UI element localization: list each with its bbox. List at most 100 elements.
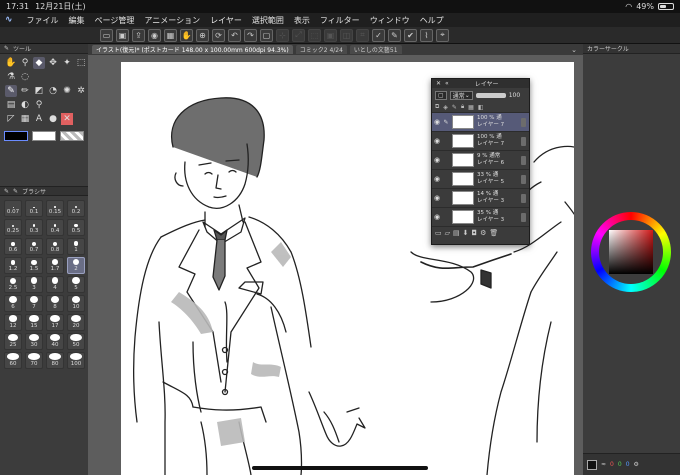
export-icon[interactable]: ⇪ bbox=[132, 28, 145, 42]
menu-filter[interactable]: フィルター bbox=[320, 15, 360, 26]
blend-tool-icon[interactable]: ◐ bbox=[19, 99, 31, 111]
brush-size-cell[interactable]: 25 bbox=[4, 333, 22, 350]
layer-row[interactable]: ◉ 14 % 通レイヤー 3 bbox=[432, 188, 529, 207]
brush-size-cell[interactable]: 8 bbox=[46, 295, 64, 312]
brush-size-cell[interactable]: 1.2 bbox=[4, 257, 22, 274]
airbrush-icon[interactable]: ✺ bbox=[61, 85, 73, 97]
pen-check-icon[interactable]: ✔ bbox=[404, 28, 417, 42]
menu-help[interactable]: ヘルプ bbox=[420, 15, 444, 26]
ruler-tool-icon[interactable]: ◸ bbox=[5, 113, 17, 125]
opacity-slider[interactable] bbox=[475, 92, 506, 98]
save-icon[interactable]: ▣ bbox=[116, 28, 129, 42]
menu-view[interactable]: 表示 bbox=[294, 15, 310, 26]
snap-icon[interactable]: ⌖ bbox=[436, 28, 449, 42]
deselect-icon[interactable]: ⬚ bbox=[308, 28, 321, 42]
brush-size-cell[interactable]: 10 bbox=[67, 295, 85, 312]
close-icon[interactable]: ✕ bbox=[436, 80, 441, 87]
decoration-icon[interactable]: ✲ bbox=[75, 85, 87, 97]
layers-icon[interactable]: ▦ bbox=[164, 28, 177, 42]
brush-size-cell[interactable]: 60 bbox=[4, 352, 22, 369]
transparent-color-swatch[interactable] bbox=[60, 131, 84, 141]
brush-size-cell[interactable]: 12 bbox=[4, 314, 22, 331]
layer-row[interactable]: ◉ 100 % 通レイヤー 7 bbox=[432, 131, 529, 150]
new-file-icon[interactable]: ▭ bbox=[100, 28, 113, 42]
tool-panel-pin-icon[interactable]: ✎ bbox=[4, 45, 9, 52]
eraser-tool-icon[interactable]: ◩ bbox=[33, 85, 45, 97]
tab-comic[interactable]: コミック2 4/24 bbox=[295, 45, 347, 54]
layer-row[interactable]: ◉ 35 % 通レイヤー 3 bbox=[432, 207, 529, 226]
tab-illustration[interactable]: イラスト(復元)* (ポストカード 148.00 x 100.00mm 600d… bbox=[92, 45, 293, 54]
operation-tool-icon[interactable]: ◆ bbox=[33, 57, 45, 69]
menu-file[interactable]: ファイル bbox=[27, 15, 59, 26]
menu-edit[interactable]: 編集 bbox=[69, 15, 85, 26]
lasso-icon[interactable]: ◌ bbox=[19, 71, 31, 83]
brush-size-cell[interactable]: 2 bbox=[67, 257, 85, 274]
layer-property-icon[interactable]: ▢ bbox=[435, 90, 447, 100]
hand-icon[interactable]: ✋ bbox=[180, 28, 193, 42]
brush-size-cell[interactable]: 6 bbox=[4, 295, 22, 312]
eye-icon[interactable]: ◉ bbox=[432, 118, 442, 126]
menu-page[interactable]: ページ管理 bbox=[95, 15, 135, 26]
layer-row[interactable]: ◉ ✎ 100 % 通レイヤー 7 bbox=[432, 112, 529, 131]
mask-icon[interactable]: ◧ bbox=[478, 104, 484, 111]
fill-tool-icon[interactable]: ◔ bbox=[47, 85, 59, 97]
brush-size-cell[interactable]: 7 bbox=[25, 295, 43, 312]
brush-size-cell[interactable]: 2.5 bbox=[4, 276, 22, 293]
brush-size-cell[interactable]: 0.3 bbox=[25, 219, 43, 236]
pen-tool-icon[interactable]: ✎ bbox=[5, 85, 17, 97]
delete-layer-icon[interactable]: 🗑︎ bbox=[489, 229, 498, 237]
reference-icon[interactable]: ◈ bbox=[443, 104, 448, 111]
layer-panel-titlebar[interactable]: ✕ « レイヤー bbox=[432, 79, 529, 88]
eye-icon[interactable]: ◉ bbox=[432, 175, 442, 183]
clip-icon[interactable]: ⧉ bbox=[435, 103, 439, 111]
brush-size-cell[interactable]: 0.15 bbox=[46, 200, 64, 217]
invert-selection-icon[interactable]: ◫ bbox=[340, 28, 353, 42]
brush-size-cell[interactable]: 4 bbox=[46, 276, 64, 293]
redo-icon[interactable]: ↷ bbox=[244, 28, 257, 42]
eyedropper-icon[interactable]: ⚗ bbox=[5, 71, 17, 83]
layer-row[interactable]: ◉ 33 % 通レイヤー 5 bbox=[432, 169, 529, 188]
brush-size-cell[interactable]: 1.5 bbox=[25, 257, 43, 274]
brush-size-cell[interactable]: 1.7 bbox=[46, 257, 64, 274]
transform-icon[interactable]: ⊹ bbox=[276, 28, 289, 42]
eye-icon[interactable]: ◉ bbox=[432, 156, 442, 164]
frame-tool-icon[interactable]: ▦ bbox=[19, 113, 31, 125]
brush-size-cell[interactable]: 15 bbox=[25, 314, 43, 331]
search-icon[interactable]: ⚲ bbox=[33, 99, 45, 111]
select-all-icon[interactable]: ▣ bbox=[324, 28, 337, 42]
clear-icon[interactable]: ▢ bbox=[260, 28, 273, 42]
current-color-swatch[interactable] bbox=[587, 459, 597, 470]
brush-size-cell[interactable]: 80 bbox=[46, 352, 64, 369]
brush-size-cell[interactable]: 100 bbox=[67, 352, 85, 369]
eye-icon[interactable]: ◉ bbox=[432, 137, 442, 145]
brush-size-cell[interactable]: 0.4 bbox=[46, 219, 64, 236]
brush-size-cell[interactable]: 0.7 bbox=[25, 238, 43, 255]
gradient-icon[interactable]: ▤ bbox=[5, 99, 17, 111]
menu-animation[interactable]: アニメーション bbox=[144, 15, 200, 26]
brush-size-cell[interactable]: 40 bbox=[46, 333, 64, 350]
brush-size-cell[interactable]: 50 bbox=[67, 333, 85, 350]
check-pen-icon[interactable]: ✓ bbox=[372, 28, 385, 42]
zoom-tool-icon[interactable]: ⚲ bbox=[19, 57, 31, 69]
text-tool-icon[interactable]: A bbox=[33, 113, 45, 125]
rotate-icon[interactable]: ⟳ bbox=[212, 28, 225, 42]
hand-tool-icon[interactable]: ✋ bbox=[5, 57, 17, 69]
brush-tab-icon[interactable]: ✎ bbox=[4, 188, 9, 195]
move-tool-icon[interactable]: ✥ bbox=[47, 57, 59, 69]
merge-down-icon[interactable]: ⬇ bbox=[463, 229, 469, 237]
balloon-tool-icon[interactable]: ● bbox=[47, 113, 59, 125]
brush-size-cell[interactable]: 70 bbox=[25, 352, 43, 369]
lock-icon[interactable]: 🔒︎ bbox=[461, 103, 464, 111]
menu-layer[interactable]: レイヤー bbox=[210, 15, 242, 26]
undo-icon[interactable]: ↶ bbox=[228, 28, 241, 42]
crop-icon[interactable]: ⌗ bbox=[356, 28, 369, 42]
brush-size-cell[interactable]: 0.1 bbox=[25, 200, 43, 217]
brush-size-cell[interactable]: 0.07 bbox=[4, 200, 22, 217]
color-wheel[interactable] bbox=[591, 212, 671, 292]
zoom-icon[interactable]: ⊕ bbox=[196, 28, 209, 42]
brush-size-cell[interactable]: 30 bbox=[25, 333, 43, 350]
brush-size-cell[interactable]: 17 bbox=[46, 314, 64, 331]
saturation-value-square[interactable] bbox=[609, 230, 653, 274]
menu-window[interactable]: ウィンドウ bbox=[370, 15, 410, 26]
brush-icon[interactable]: ✎ bbox=[388, 28, 401, 42]
